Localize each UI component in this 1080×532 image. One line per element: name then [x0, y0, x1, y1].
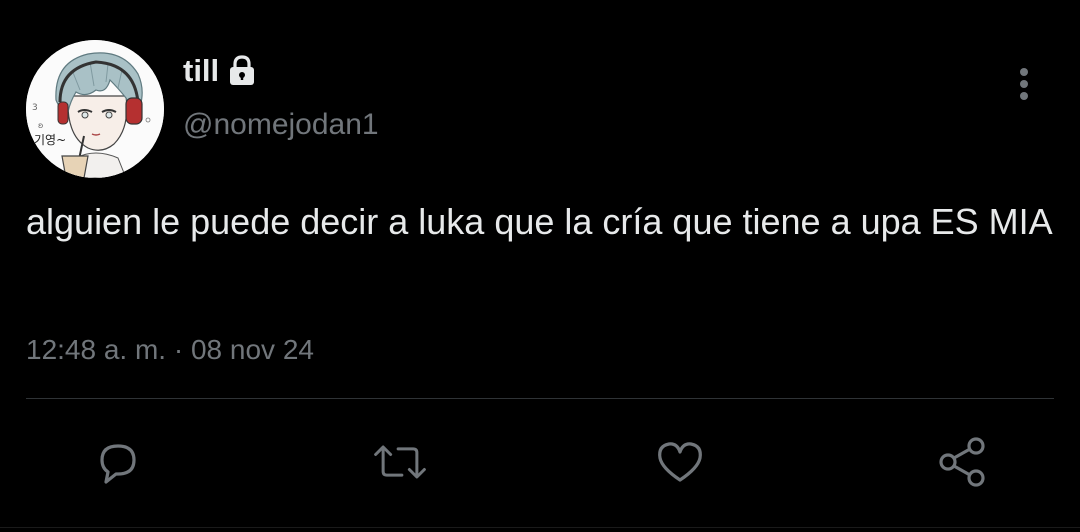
action-bar: [0, 432, 1080, 492]
more-vertical-icon[interactable]: [1008, 66, 1040, 102]
user-handle[interactable]: @nomejodan1: [183, 106, 379, 144]
tweet-date: 08 nov 24: [190, 334, 314, 365]
reply-icon: [100, 444, 136, 484]
bottom-divider: [0, 527, 1080, 528]
like-button[interactable]: [650, 432, 710, 492]
share-button[interactable]: [932, 432, 992, 492]
retweet-button[interactable]: [370, 432, 430, 492]
svg-text:3: 3: [32, 103, 38, 113]
divider: [26, 398, 1054, 399]
tweet: 3 ʚ 기영~ till @nomejodan1 alguien le pued…: [0, 0, 1080, 532]
tweet-text: alguien le puede decir a luka que la crí…: [26, 201, 1053, 242]
tweet-timestamp[interactable]: 12:48 a. m. · 08 nov 24: [26, 332, 314, 368]
heart-icon: [658, 442, 702, 482]
lock-icon: [230, 55, 255, 85]
avatar-illustration: 3 ʚ 기영~: [26, 40, 164, 178]
display-name[interactable]: till: [183, 52, 257, 90]
svg-text:ʚ: ʚ: [38, 121, 43, 130]
reply-button[interactable]: [88, 432, 148, 492]
svg-text:기영~: 기영~: [34, 133, 66, 147]
meta-separator: ·: [173, 334, 184, 365]
avatar[interactable]: 3 ʚ 기영~: [26, 40, 164, 178]
display-name-text: till: [183, 53, 220, 88]
tweet-time: 12:48 a. m.: [26, 334, 167, 365]
share-icon: [939, 437, 985, 487]
retweet-icon: [374, 445, 426, 479]
